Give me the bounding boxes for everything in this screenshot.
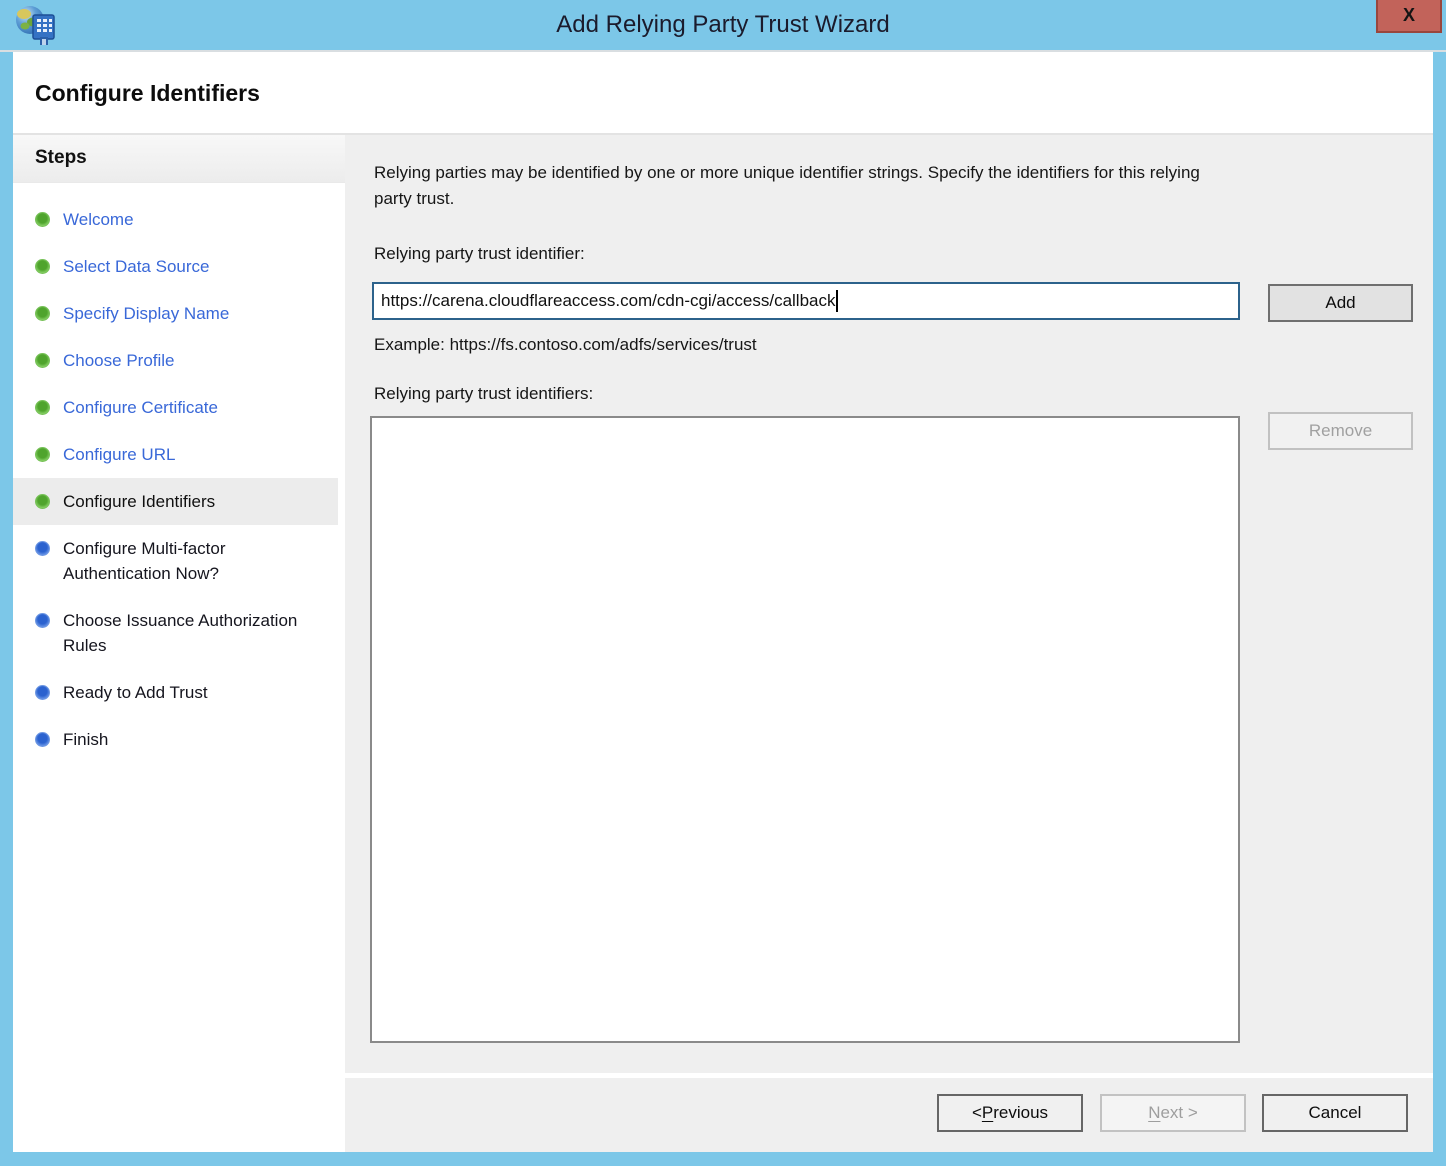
relying-party-identifier-input[interactable]: https://carena.cloudflareaccess.com/cdn-… — [372, 282, 1240, 320]
sidebar-item-configure-identifiers: Configure Identifiers — [13, 478, 338, 525]
cancel-button[interactable]: Cancel — [1262, 1094, 1408, 1132]
titlebar[interactable]: Add Relying Party Trust Wizard X — [0, 0, 1446, 52]
sidebar-item-configure-certificate[interactable]: Configure Certificate — [13, 384, 345, 431]
wizard-body: Steps Welcome Select Data Source Specify… — [13, 135, 1433, 1152]
identifier-input-value: https://carena.cloudflareaccess.com/cdn-… — [381, 291, 835, 311]
step-done-icon — [35, 259, 50, 274]
step-done-icon — [35, 212, 50, 227]
sidebar-item-welcome[interactable]: Welcome — [13, 196, 345, 243]
page-title: Configure Identifiers — [13, 52, 1433, 107]
window-title: Add Relying Party Trust Wizard — [0, 11, 1446, 39]
step-todo-icon — [35, 613, 50, 628]
content-column: Relying parties may be identified by one… — [345, 135, 1433, 1152]
sidebar-item-finish: Finish — [13, 716, 345, 763]
previous-button[interactable]: < Previous — [937, 1094, 1083, 1132]
step-todo-icon — [35, 732, 50, 747]
sidebar-item-configure-url[interactable]: Configure URL — [13, 431, 345, 478]
add-button[interactable]: Add — [1268, 284, 1413, 322]
step-todo-icon — [35, 685, 50, 700]
step-done-icon — [35, 447, 50, 462]
step-done-icon — [35, 353, 50, 368]
sidebar-item-choose-profile[interactable]: Choose Profile — [13, 337, 345, 384]
step-done-icon — [35, 306, 50, 321]
main-panel: Relying parties may be identified by one… — [345, 135, 1433, 1073]
next-button[interactable]: Next > — [1100, 1094, 1246, 1132]
sidebar-item-configure-multi-factor: Configure Multi-factor Authentication No… — [13, 525, 345, 597]
identifiers-list-label: Relying party trust identifiers: — [374, 384, 593, 404]
close-icon: X — [1403, 5, 1415, 26]
sidebar-item-choose-issuance-rules: Choose Issuance Authorization Rules — [13, 597, 345, 669]
sidebar-item-select-data-source[interactable]: Select Data Source — [13, 243, 345, 290]
wizard-window: Add Relying Party Trust Wizard X Configu… — [0, 0, 1446, 1166]
page-header: Configure Identifiers — [13, 52, 1433, 135]
steps-heading: Steps — [13, 135, 345, 183]
sidebar-item-specify-display-name[interactable]: Specify Display Name — [13, 290, 345, 337]
step-done-icon — [35, 400, 50, 415]
footer-bar: < Previous Next > Cancel — [345, 1078, 1433, 1152]
page-description: Relying parties may be identified by one… — [374, 160, 1409, 212]
text-caret — [836, 290, 838, 312]
sidebar-item-ready-to-add-trust: Ready to Add Trust — [13, 669, 345, 716]
identifiers-listbox[interactable] — [370, 416, 1240, 1043]
step-todo-icon — [35, 541, 50, 556]
identifier-field-label: Relying party trust identifier: — [374, 244, 585, 264]
step-current-icon — [35, 494, 50, 509]
close-button[interactable]: X — [1376, 0, 1442, 33]
steps-list: Welcome Select Data Source Specify Displ… — [13, 183, 345, 763]
steps-sidebar: Steps Welcome Select Data Source Specify… — [13, 135, 345, 1152]
remove-button[interactable]: Remove — [1268, 412, 1413, 450]
example-text: Example: https://fs.contoso.com/adfs/ser… — [374, 335, 757, 355]
